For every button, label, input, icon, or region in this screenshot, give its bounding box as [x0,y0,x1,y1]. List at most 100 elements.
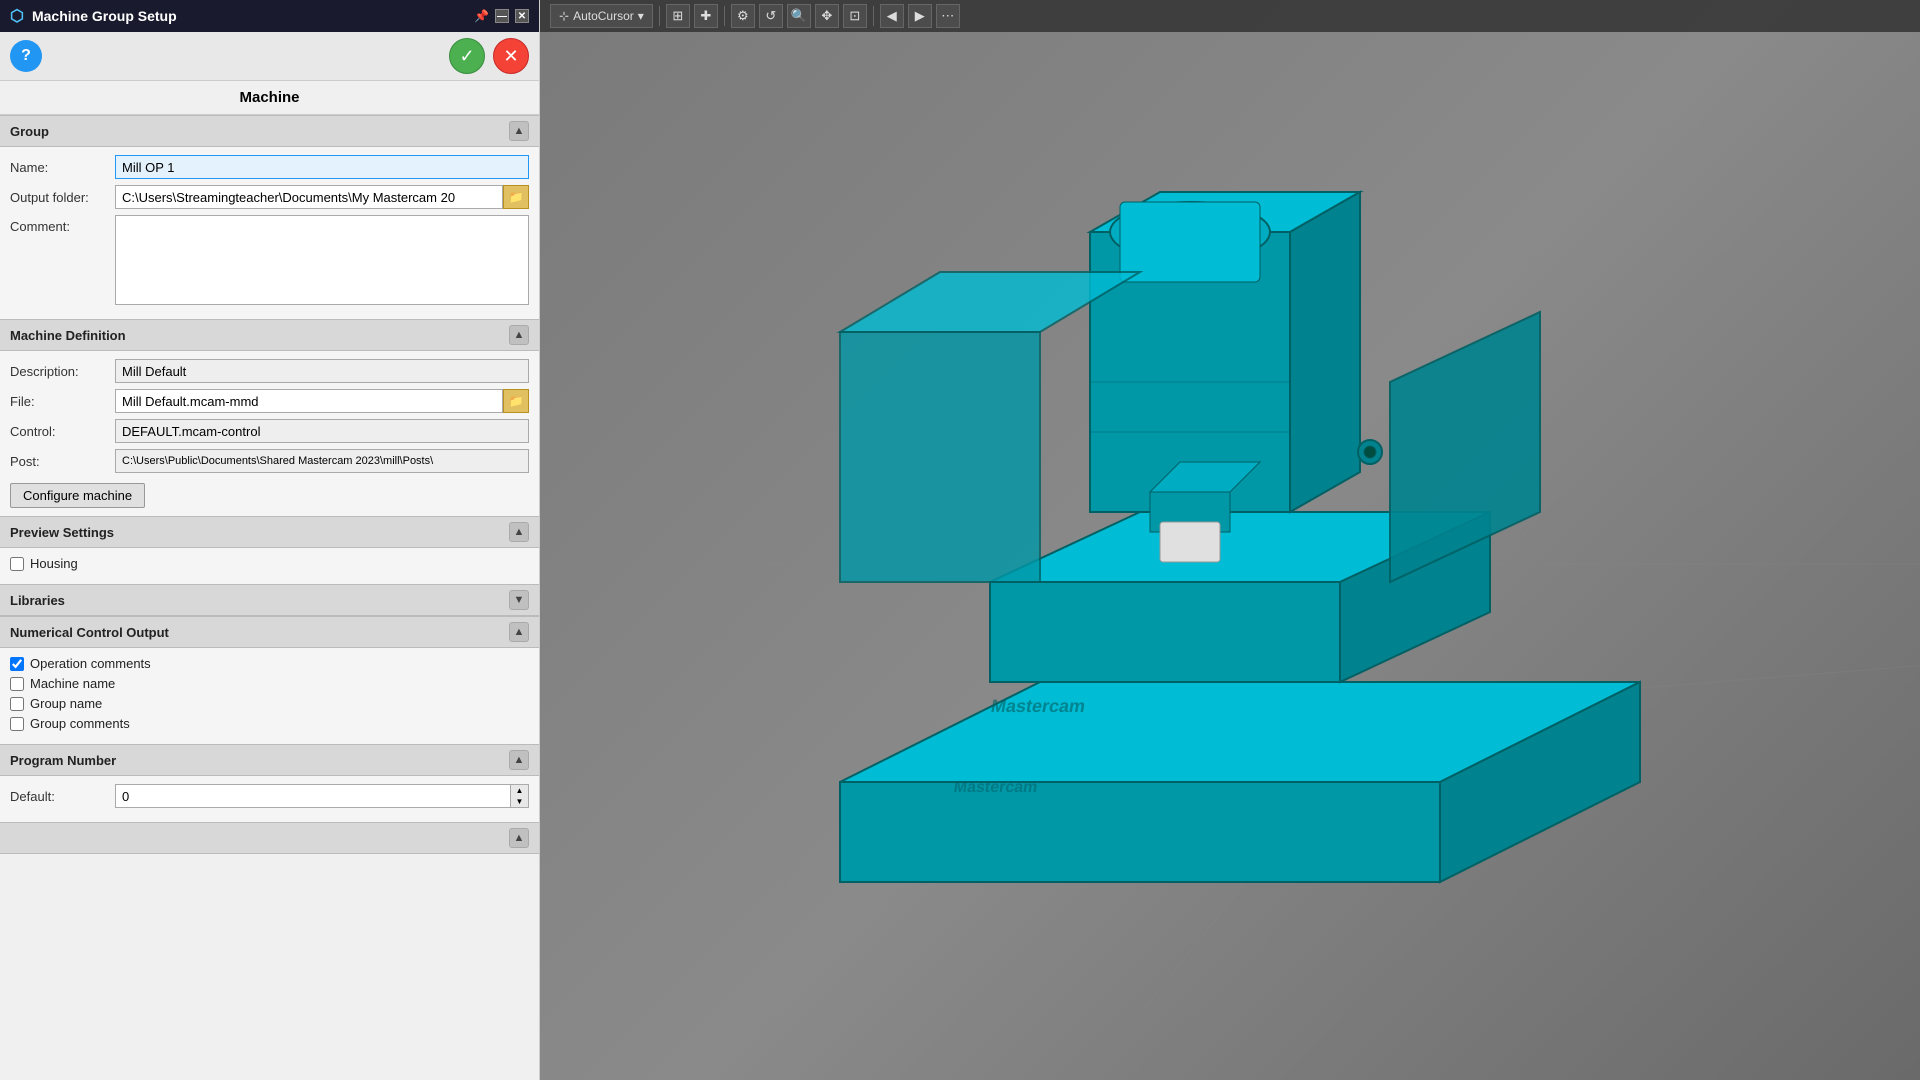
minimize-button[interactable]: — [495,9,509,23]
description-row: Description: [10,359,529,383]
program-number-body: Default: ▲ ▼ [0,776,539,822]
housing-checkbox[interactable] [10,557,24,571]
svg-text:Mastercam: Mastercam [953,778,1039,796]
group-comments-checkbox[interactable] [10,717,24,731]
pan-btn[interactable]: ✥ [815,4,839,28]
group-section-header[interactable]: Group ▲ [0,115,539,147]
more-section-header[interactable]: ▲ [0,822,539,854]
program-number-collapse-btn[interactable]: ▲ [509,750,529,770]
file-group: 📁 [115,389,529,413]
more-collapse-btn[interactable]: ▲ [509,828,529,848]
viewport-3d: Mastercam Mastercam [540,32,1920,1080]
confirm-button[interactable]: ✓ [449,38,485,74]
toolbar-separator-1 [659,6,660,26]
group-comments-label[interactable]: Group comments [30,716,130,731]
title-bar: ⬡ Machine Group Setup 📌 — ✕ [0,0,539,32]
default-label: Default: [10,789,115,804]
spin-down-button[interactable]: ▼ [511,796,528,807]
output-folder-input[interactable] [115,185,503,209]
file-browse-button[interactable]: 📁 [503,389,529,413]
more-options-btn[interactable]: ⋯ [936,4,960,28]
post-label: Post: [10,454,115,469]
output-folder-row: Output folder: 📁 [10,185,529,209]
default-row: Default: ▲ ▼ [10,784,529,808]
autocursor-dropdown-icon: ▾ [638,9,644,23]
libraries-section-header[interactable]: Libraries ▼ [0,584,539,616]
spin-up-button[interactable]: ▲ [511,785,528,796]
control-label: Control: [10,424,115,439]
housing-label[interactable]: Housing [30,556,78,571]
machine-definition-header[interactable]: Machine Definition ▲ [0,319,539,351]
fit-btn[interactable]: ⊡ [843,4,867,28]
window-title: Machine Group Setup [32,8,177,24]
numerical-control-body: Operation comments Machine name Group na… [0,648,539,744]
group-name-checkbox[interactable] [10,697,24,711]
operation-comments-checkbox[interactable] [10,657,24,671]
settings-btn[interactable]: ⚙ [731,4,755,28]
name-label: Name: [10,160,115,175]
output-folder-group: 📁 [115,185,529,209]
left-panel: ⬡ Machine Group Setup 📌 — ✕ ? ✓ ✕ Machin… [0,0,540,1080]
machine-3d-svg: Mastercam Mastercam [540,32,1920,1080]
toolbar-separator-2 [724,6,725,26]
description-input[interactable] [115,359,529,383]
control-row: Control: [10,419,529,443]
machine-definition-collapse-btn[interactable]: ▲ [509,325,529,345]
machine-definition-body: Description: File: 📁 Control: Post: Conf… [0,351,539,516]
comment-textarea[interactable] [115,215,529,305]
title-bar-controls: 📌 — ✕ [474,9,529,23]
zoom-in-btn[interactable]: 🔍 [787,4,811,28]
group-comments-row: Group comments [10,716,529,731]
default-input[interactable] [115,784,511,808]
housing-row: Housing [10,556,529,571]
help-button[interactable]: ? [10,40,42,72]
rotate-btn[interactable]: ↺ [759,4,783,28]
post-input[interactable] [115,449,529,473]
action-bar: ? ✓ ✕ [0,32,539,81]
group-name-row: Group name [10,696,529,711]
pin-icon[interactable]: 📌 [474,9,489,23]
file-input[interactable] [115,389,503,413]
snapping-btn[interactable]: ✚ [694,4,718,28]
viewport-panel: ⊹ AutoCursor ▾ ⊞ ✚ ⚙ ↺ 🔍 ✥ ⊡ ◀ ▶ ⋯ [540,0,1920,1080]
toolbar-separator-3 [873,6,874,26]
comment-label: Comment: [10,215,115,234]
name-input[interactable] [115,155,529,179]
numerical-control-collapse-btn[interactable]: ▲ [509,622,529,642]
close-window-button[interactable]: ✕ [515,9,529,23]
spinbox-arrows: ▲ ▼ [511,784,529,808]
arrow-right-btn[interactable]: ▶ [908,4,932,28]
operation-comments-row: Operation comments [10,656,529,671]
machine-name-checkbox[interactable] [10,677,24,691]
output-folder-browse-button[interactable]: 📁 [503,185,529,209]
grid-icon-btn[interactable]: ⊞ [666,4,690,28]
confirm-cancel-group: ✓ ✕ [449,38,529,74]
group-section-body: Name: Output folder: 📁 Comment: [0,147,539,319]
machine-name-row: Machine name [10,676,529,691]
group-collapse-btn[interactable]: ▲ [509,121,529,141]
preview-settings-collapse-btn[interactable]: ▲ [509,522,529,542]
svg-text:Mastercam: Mastercam [989,696,1086,716]
arrow-left-btn[interactable]: ◀ [880,4,904,28]
cancel-button[interactable]: ✕ [493,38,529,74]
program-number-header[interactable]: Program Number ▲ [0,744,539,776]
configure-machine-button[interactable]: Configure machine [10,483,145,508]
panel-content: Group ▲ Name: Output folder: 📁 Comment: [0,115,539,1080]
output-folder-label: Output folder: [10,190,115,205]
file-row: File: 📁 [10,389,529,413]
operation-comments-label[interactable]: Operation comments [30,656,151,671]
control-input[interactable] [115,419,529,443]
libraries-collapse-btn[interactable]: ▼ [509,590,529,610]
group-name-label[interactable]: Group name [30,696,102,711]
machine-name-label[interactable]: Machine name [30,676,115,691]
file-label: File: [10,394,115,409]
viewport-toolbar: ⊹ AutoCursor ▾ ⊞ ✚ ⚙ ↺ 🔍 ✥ ⊡ ◀ ▶ ⋯ [540,0,1920,32]
numerical-control-header[interactable]: Numerical Control Output ▲ [0,616,539,648]
name-row: Name: [10,155,529,179]
autocursor-button[interactable]: ⊹ AutoCursor ▾ [550,4,653,28]
app-logo: ⬡ [10,6,24,26]
preview-settings-header[interactable]: Preview Settings ▲ [0,516,539,548]
description-label: Description: [10,364,115,379]
post-row: Post: [10,449,529,473]
cursor-icon: ⊹ [559,9,569,23]
